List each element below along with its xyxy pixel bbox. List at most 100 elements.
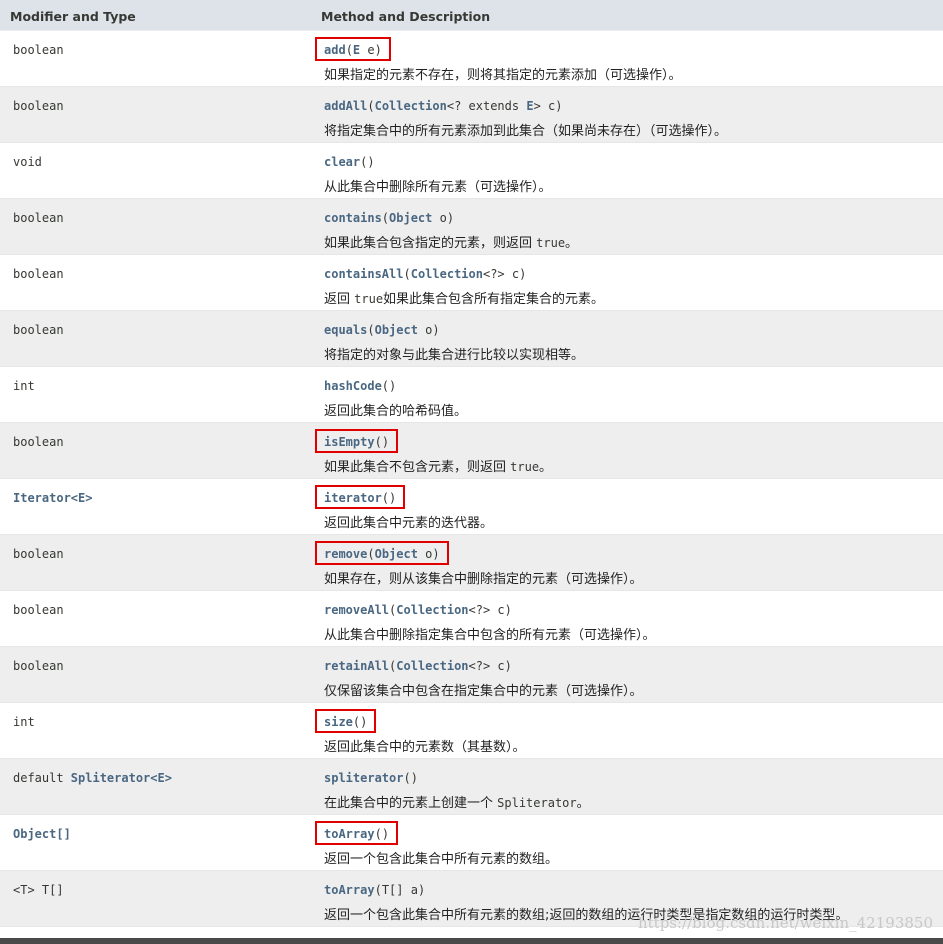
param-type-link[interactable]: Object [375,323,418,337]
method-link-removeall[interactable]: removeAll [324,603,389,617]
modifier-type-cell: boolean [13,659,64,673]
return-type: int [13,379,35,393]
method-signature: remove(Object o) [324,547,440,561]
param-type-link[interactable]: Object [389,211,432,225]
method-signature: size() [324,715,368,729]
inline-code: Spliterator [497,796,577,810]
method-link-clear[interactable]: clear [324,155,360,169]
method-signature: contains(Object o) [324,211,455,225]
table-row: boolean add(E e) 如果指定的元素不存在，则将其指定的元素添加（可选操… [0,31,943,87]
modifier-type-cell: boolean [13,211,64,225]
param-type-link[interactable]: Collection [396,603,468,617]
table-row: int hashCode() 返回此集合的哈希码值。 [0,367,943,423]
method-signature: isEmpty() [324,435,390,449]
method-link-containsall[interactable]: containsAll [324,267,403,281]
bottom-bar [0,938,943,944]
return-type: <T> T[] [13,883,64,897]
modifier-type-cell: boolean [13,43,64,57]
method-description: 在此集合中的元素上创建一个 Spliterator。 [324,796,590,811]
method-description: 如果此集合包含指定的元素，则返回 true。 [324,236,579,251]
table-row: boolean addAll(Collection<? extends E> c)… [0,87,943,143]
method-signature: toArray(T[] a) [324,883,426,897]
param-name: <? extends [446,99,527,113]
return-type: boolean [13,43,64,57]
method-signature: clear() [324,155,375,169]
method-link-addall[interactable]: addAll [324,99,367,113]
modifier-type-cell: default Spliterator<E> [13,771,172,785]
table-header: Modifier and Type Method and Description [0,0,943,31]
method-signature: addAll(Collection<? extends E> c) [324,99,563,113]
method-link-toarray[interactable]: toArray [324,883,375,897]
return-type: boolean [13,547,64,561]
header-modifier-type: Modifier and Type [10,9,136,24]
type-link[interactable]: Iterator<E> [13,491,92,505]
method-description: 从此集合中删除指定集合中包含的所有元素（可选操作）。 [324,628,656,643]
watermark: https://blog.csdn.net/weixin_42193850 [637,914,933,932]
param-name: <?> c [468,659,505,673]
param-type-link[interactable]: Object [375,547,418,561]
method-summary-table: Modifier and Type Method and Description… [0,0,943,927]
table-row: boolean retainAll(Collection<?> c) 仅保留该集合中… [0,647,943,703]
table-row: Object[] toArray() 返回一个包含此集合中所有元素的数组。 [0,815,943,871]
param-type-link[interactable]: E [526,99,533,113]
param-type-link[interactable]: Collection [411,267,483,281]
method-description: 返回 true如果此集合包含所有指定集合的元素。 [324,292,605,307]
modifier-type-cell: boolean [13,99,64,113]
type-link[interactable]: Object[] [13,827,71,841]
type-link[interactable]: Spliterator<E> [71,771,172,785]
method-description: 将指定的对象与此集合进行比较以实现相等。 [324,348,585,363]
method-link-hashcode[interactable]: hashCode [324,379,382,393]
method-link-spliterator[interactable]: spliterator [324,771,403,785]
method-link-toarray[interactable]: toArray [324,827,375,841]
method-description: 如果存在，则从该集合中删除指定的元素（可选操作）。 [324,572,643,587]
method-link-retainall[interactable]: retainAll [324,659,389,673]
method-link-size[interactable]: size [324,715,353,729]
table-row: boolean equals(Object o) 将指定的对象与此集合进行比较以实现… [0,311,943,367]
table-row: boolean isEmpty() 如果此集合不包含元素，则返回 true。 [0,423,943,479]
method-signature: iterator() [324,491,397,505]
table-row: boolean contains(Object o) 如果此集合包含指定的元素，则返… [0,199,943,255]
method-link-iterator[interactable]: iterator [324,491,382,505]
return-type: boolean [13,435,64,449]
method-signature: retainAll(Collection<?> c) [324,659,512,673]
return-type: boolean [13,211,64,225]
method-signature: removeAll(Collection<?> c) [324,603,512,617]
return-type: int [13,715,35,729]
return-type: boolean [13,99,64,113]
method-signature: add(E e) [324,43,382,57]
method-description: 如果此集合不包含元素，则返回 true。 [324,460,553,475]
inline-code: true [354,292,384,306]
param-name: <?> c [482,267,520,281]
method-description: 从此集合中删除所有元素（可选操作）。 [324,180,552,195]
table-row: int size() 返回此集合中的元素数（其基数）。 [0,703,943,759]
modifier-type-cell: int [13,715,35,729]
method-description: 将指定集合中的所有元素添加到此集合（如果尚未存在）（可选操作）。 [324,124,728,139]
method-signature: equals(Object o) [324,323,440,337]
param-name: o [432,211,447,225]
param-name: o [417,323,433,337]
method-description: 返回此集合中元素的迭代器。 [324,516,494,531]
param-type-link[interactable]: Collection [396,659,468,673]
modifier-type-cell: <T> T[] [13,883,64,897]
modifier-type-cell: boolean [13,323,64,337]
modifier-type-cell: Object[] [13,827,71,841]
modifier-type-cell: void [13,155,42,169]
param-name: o [417,547,433,561]
param-type-link[interactable]: Collection [375,99,447,113]
inline-code: true [536,236,566,250]
method-link-contains[interactable]: contains [324,211,382,225]
table-row: default Spliterator<E> spliterator() 在此集合中… [0,759,943,815]
modifier-type-cell: Iterator<E> [13,491,92,505]
modifier-type-cell: boolean [13,267,64,281]
method-signature: toArray() [324,827,390,841]
table-body: boolean add(E e) 如果指定的元素不存在，则将其指定的元素添加（可选操… [0,31,943,927]
method-link-isempty[interactable]: isEmpty [324,435,375,449]
param-name: <?> c [468,603,505,617]
method-description: 返回一个包含此集合中所有元素的数组。 [324,852,559,867]
method-signature: containsAll(Collection<?> c) [324,267,527,281]
method-description: 如果指定的元素不存在，则将其指定的元素添加（可选操作）。 [324,68,682,83]
method-link-remove[interactable]: remove [324,547,367,561]
modifier-keyword: default [13,771,71,785]
method-link-equals[interactable]: equals [324,323,367,337]
method-link-add[interactable]: add [324,43,346,57]
